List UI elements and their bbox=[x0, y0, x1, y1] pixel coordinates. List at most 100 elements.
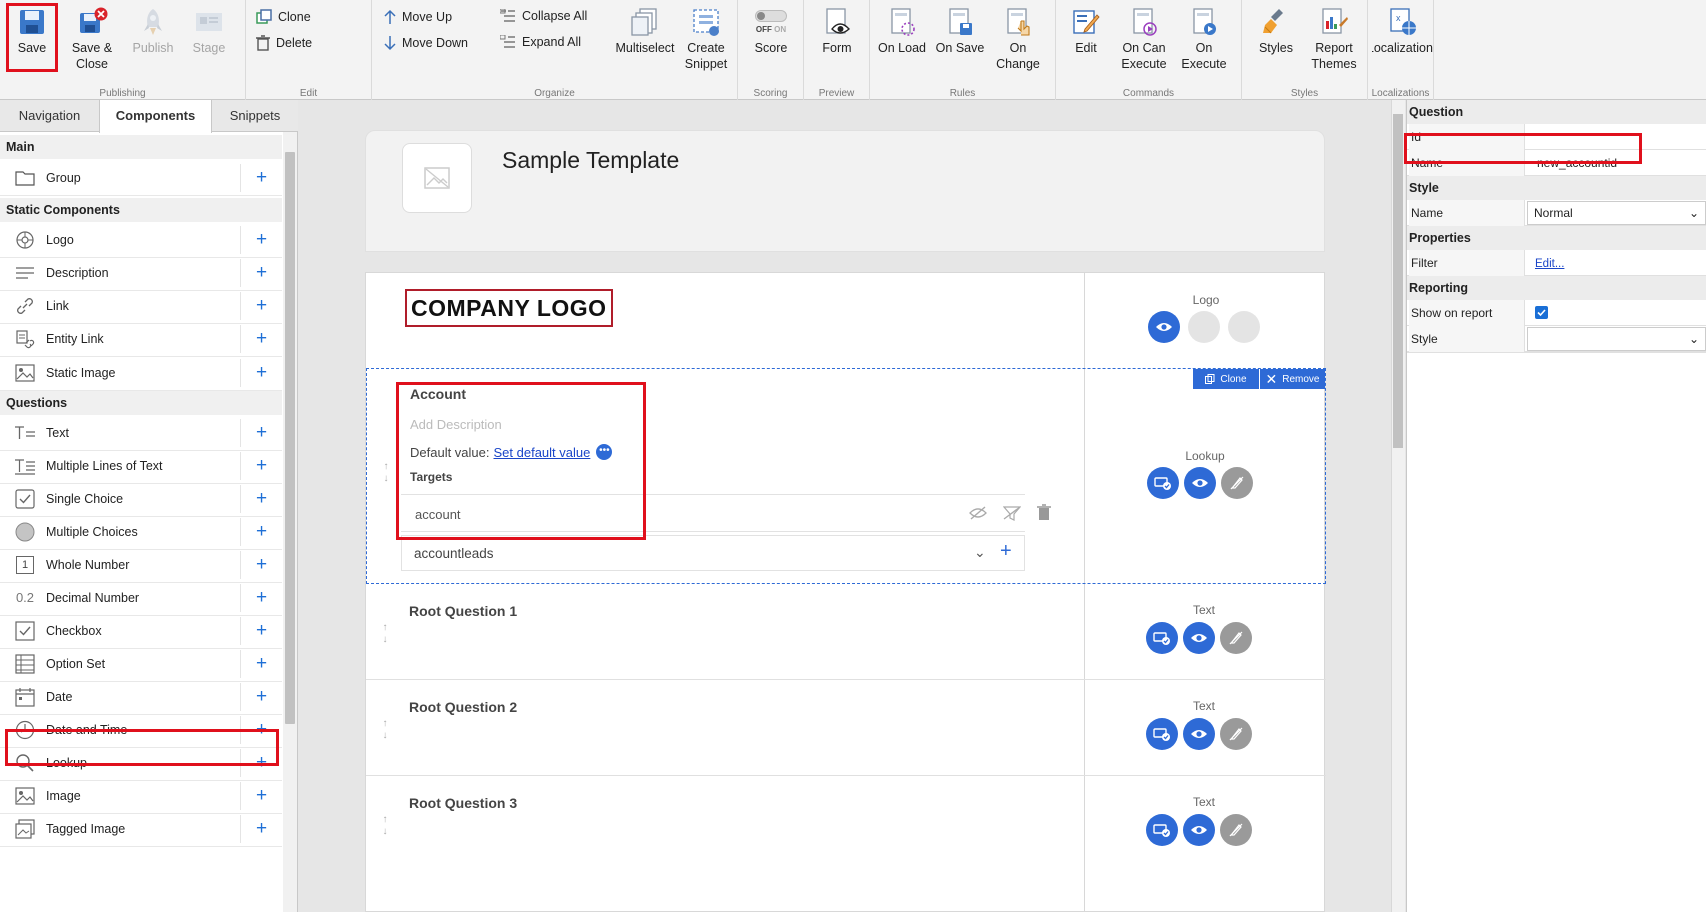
add-decimal-number-button[interactable]: + bbox=[240, 584, 282, 612]
score-toggle[interactable]: OFF ON Score bbox=[746, 6, 796, 56]
add-date-time-button[interactable]: + bbox=[240, 716, 282, 744]
add-date-button[interactable]: + bbox=[240, 683, 282, 711]
component-date[interactable]: Date + bbox=[0, 679, 282, 715]
readonly-button[interactable] bbox=[1220, 814, 1252, 846]
filter-edit-link[interactable]: Edit... bbox=[1535, 258, 1564, 270]
report-style-select[interactable]: ⌄ bbox=[1527, 327, 1706, 351]
drag-handle[interactable]: ↑ ↓ bbox=[380, 718, 390, 744]
left-scrollbar-thumb[interactable] bbox=[285, 152, 295, 724]
add-multiple-choices-button[interactable]: + bbox=[240, 518, 282, 546]
form-preview-button[interactable]: Form bbox=[814, 6, 860, 56]
component-description[interactable]: Description + bbox=[0, 255, 282, 291]
expand-all-button[interactable]: Expand All bbox=[500, 35, 581, 49]
component-group[interactable]: Group + bbox=[0, 160, 282, 196]
move-down-button[interactable]: Move Down bbox=[384, 35, 468, 51]
readonly-button[interactable] bbox=[1220, 622, 1252, 654]
add-whole-number-button[interactable]: + bbox=[240, 551, 282, 579]
component-multiple-lines[interactable]: Multiple Lines of Text + bbox=[0, 448, 282, 484]
logo-visibility-button[interactable] bbox=[1148, 311, 1180, 343]
tab-snippets[interactable]: Snippets bbox=[212, 100, 298, 132]
add-text-button[interactable]: + bbox=[240, 419, 282, 447]
on-load-button[interactable]: On Load bbox=[876, 6, 928, 56]
account-question-block[interactable]: Clone ✕ Remove ↑ ↓ Account Add Descriptio… bbox=[366, 368, 1326, 584]
visibility-button[interactable] bbox=[1183, 718, 1215, 750]
add-image-button[interactable]: + bbox=[240, 782, 282, 810]
account-readonly-button[interactable] bbox=[1221, 467, 1253, 499]
component-multiple-choices[interactable]: Multiple Choices + bbox=[0, 514, 282, 550]
component-entity-link[interactable]: Entity Link + bbox=[0, 321, 282, 357]
component-lookup[interactable]: Lookup + bbox=[0, 745, 282, 781]
root-question-1[interactable]: ↑ ↓ Root Question 1 Text bbox=[366, 584, 1326, 680]
template-title[interactable]: Sample Template bbox=[502, 147, 679, 174]
question-title[interactable]: Root Question 2 bbox=[409, 699, 517, 715]
component-tagged-image[interactable]: Tagged Image + bbox=[0, 811, 282, 847]
question-title[interactable]: Root Question 3 bbox=[409, 795, 517, 811]
styles-button[interactable]: Styles bbox=[1252, 6, 1300, 56]
on-change-button[interactable]: On Change bbox=[992, 6, 1044, 72]
target-entity-dropdown[interactable]: accountleads ⌄ + bbox=[401, 535, 1025, 571]
stage-button[interactable]: Stage bbox=[187, 6, 231, 56]
move-up-button[interactable]: Move Up bbox=[384, 9, 452, 25]
report-themes-button[interactable]: Report Themes bbox=[1306, 6, 1362, 72]
collapse-all-button[interactable]: Collapse All bbox=[500, 9, 587, 23]
add-logo-button[interactable]: + bbox=[240, 226, 282, 254]
add-description-placeholder[interactable]: Add Description bbox=[410, 417, 502, 432]
component-option-set[interactable]: Option Set + bbox=[0, 646, 282, 682]
question-title[interactable]: Root Question 1 bbox=[409, 603, 517, 619]
tab-navigation[interactable]: Navigation bbox=[0, 100, 99, 132]
prop-id-input[interactable] bbox=[1527, 124, 1706, 150]
component-image[interactable]: Image + bbox=[0, 778, 282, 814]
component-whole-number[interactable]: 1 Whole Number + bbox=[0, 547, 282, 583]
required-button[interactable] bbox=[1146, 718, 1178, 750]
style-name-select[interactable]: Normal ⌄ bbox=[1527, 201, 1706, 225]
add-single-choice-button[interactable]: + bbox=[240, 485, 282, 513]
component-checkbox[interactable]: Checkbox + bbox=[0, 613, 282, 649]
component-date-time[interactable]: Date and Time + bbox=[0, 712, 282, 748]
required-button[interactable] bbox=[1146, 814, 1178, 846]
add-multiple-lines-button[interactable]: + bbox=[240, 452, 282, 480]
trash-icon[interactable] bbox=[1037, 504, 1051, 524]
delete-button[interactable]: Delete bbox=[256, 35, 312, 51]
remove-question-button[interactable]: ✕ Remove bbox=[1259, 369, 1325, 389]
save-close-button[interactable]: Save & Close bbox=[66, 6, 118, 72]
edit-command-button[interactable]: Edit bbox=[1064, 6, 1108, 56]
template-image-placeholder[interactable] bbox=[402, 143, 472, 213]
add-group-button[interactable]: + bbox=[240, 164, 282, 192]
on-save-button[interactable]: On Save bbox=[934, 6, 986, 56]
drag-handle[interactable]: ↑ ↓ bbox=[381, 461, 391, 487]
add-static-image-button[interactable]: + bbox=[240, 359, 282, 387]
prop-name-input[interactable]: new_accountid bbox=[1527, 150, 1706, 176]
account-question-title[interactable]: Account bbox=[410, 386, 466, 402]
root-question-2[interactable]: ↑ ↓ Root Question 2 Text bbox=[366, 680, 1326, 776]
component-link[interactable]: Link + bbox=[0, 288, 282, 324]
add-target-button[interactable]: + bbox=[1000, 540, 1012, 563]
localizations-button[interactable]: x Localizations bbox=[1372, 6, 1433, 56]
save-button[interactable]: Save bbox=[12, 6, 52, 56]
on-can-execute-button[interactable]: On Can Execute bbox=[1116, 6, 1172, 72]
add-entity-link-button[interactable]: + bbox=[240, 325, 282, 353]
component-text[interactable]: Text + bbox=[0, 415, 282, 451]
add-tagged-image-button[interactable]: + bbox=[240, 815, 282, 843]
on-execute-button[interactable]: On Execute bbox=[1178, 6, 1230, 72]
visibility-button[interactable] bbox=[1183, 622, 1215, 654]
add-lookup-button[interactable]: + bbox=[240, 749, 282, 777]
create-snippet-button[interactable]: Create Snippet bbox=[680, 6, 732, 72]
required-button[interactable] bbox=[1146, 622, 1178, 654]
hide-icon[interactable] bbox=[969, 505, 987, 524]
logo-option-3[interactable] bbox=[1228, 311, 1260, 343]
more-options-icon[interactable]: ••• bbox=[596, 444, 613, 460]
drag-handle[interactable]: ↑ ↓ bbox=[380, 622, 390, 648]
filter-off-icon[interactable] bbox=[1002, 505, 1022, 524]
component-single-choice[interactable]: Single Choice + bbox=[0, 481, 282, 517]
component-decimal-number[interactable]: 0.2 Decimal Number + bbox=[0, 580, 282, 616]
root-question-3[interactable]: ↑ ↓ Root Question 3 Text bbox=[366, 776, 1326, 872]
add-checkbox-button[interactable]: + bbox=[240, 617, 282, 645]
clone-question-button[interactable]: Clone bbox=[1193, 369, 1259, 389]
drag-handle[interactable]: ↑ ↓ bbox=[380, 814, 390, 840]
multiselect-button[interactable]: Multiselect bbox=[614, 6, 676, 56]
account-required-button[interactable] bbox=[1147, 467, 1179, 499]
readonly-button[interactable] bbox=[1220, 718, 1252, 750]
add-link-button[interactable]: + bbox=[240, 292, 282, 320]
account-visibility-button[interactable] bbox=[1184, 467, 1216, 499]
logo-option-2[interactable] bbox=[1188, 311, 1220, 343]
